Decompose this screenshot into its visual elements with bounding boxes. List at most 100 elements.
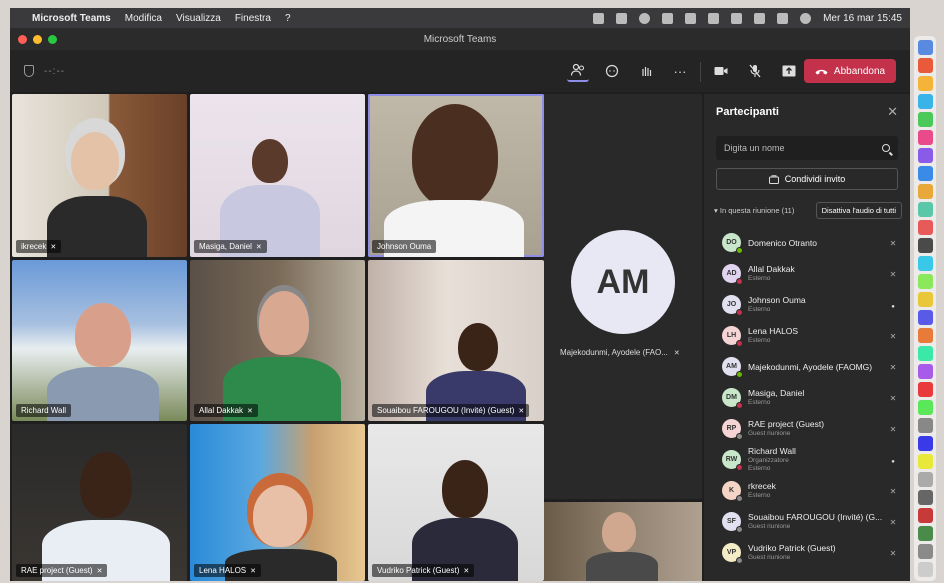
dock-app-icon[interactable] (917, 58, 933, 73)
dock-app-icon[interactable] (917, 94, 933, 109)
participant-row[interactable]: RW Richard Wall Organizzatore Esterno (704, 444, 910, 475)
section-toggle[interactable]: ▾ In questa riunione (11) (714, 206, 794, 215)
mic-button[interactable] (744, 60, 766, 82)
mic-off-icon[interactable] (886, 362, 900, 372)
presence-dot (736, 278, 743, 285)
siri-icon[interactable] (800, 12, 812, 24)
menu-modifica[interactable]: Modifica (125, 13, 162, 24)
dock-app-icon[interactable] (917, 544, 933, 559)
dock-app-icon[interactable] (917, 454, 933, 469)
video-tile[interactable]: Johnson Ouma (368, 94, 544, 257)
leave-button[interactable]: Abbandona (804, 59, 896, 83)
participant-role: Guest riunione (748, 554, 791, 561)
mic-off-icon[interactable] (886, 238, 900, 248)
dock-app-icon[interactable] (917, 400, 933, 415)
participant-row[interactable]: VP Vudriko Patrick (Guest) Guest riunione (704, 537, 910, 568)
video-tile[interactable]: RAE project (Guest) (12, 424, 187, 581)
dock-app-icon[interactable] (917, 130, 933, 145)
bluetooth-icon[interactable] (685, 12, 697, 24)
video-tile[interactable]: Allal Dakkak (190, 260, 365, 421)
clock-text[interactable]: Mer 16 mar 15:45 (823, 13, 902, 24)
dock-app-icon[interactable] (917, 562, 933, 577)
participant-row[interactable]: SF Souaibou FAROUGOU (Invité) (G... Guest … (704, 506, 910, 537)
search-input[interactable] (724, 143, 882, 153)
dock-app-icon[interactable] (917, 490, 933, 505)
status-clock-icon[interactable] (662, 12, 674, 24)
video-tile[interactable]: Souaibou FAROUGOU (Invité) (Guest) (368, 260, 544, 421)
dock-app-icon[interactable] (917, 40, 933, 55)
dock-app-icon[interactable] (917, 418, 933, 433)
dock-app-icon[interactable] (917, 76, 933, 91)
menu-help[interactable]: ? (285, 13, 291, 24)
dock-app-icon[interactable] (917, 364, 933, 379)
mic-off-icon[interactable] (886, 517, 900, 527)
participant-row[interactable]: Krkrecek Esterno (704, 475, 910, 506)
mic-icon[interactable] (886, 455, 900, 465)
dock-app-icon[interactable] (917, 310, 933, 325)
dock-app-icon[interactable] (917, 184, 933, 199)
dock-app-icon[interactable] (917, 238, 933, 253)
participant-row[interactable]: DO Domenico Otranto (704, 227, 910, 258)
maximize-window-button[interactable] (48, 34, 57, 44)
dock-app-icon[interactable] (917, 292, 933, 307)
mic-off-icon[interactable] (886, 269, 900, 279)
share-invite-button[interactable]: Condividi invito (716, 168, 898, 190)
dock-app-icon[interactable] (917, 112, 933, 127)
status-app-icon[interactable] (593, 12, 605, 24)
mic-off-icon[interactable] (886, 331, 900, 341)
dock-app-icon[interactable] (917, 328, 933, 343)
dock-app-icon[interactable] (917, 508, 933, 523)
menu-finestra[interactable]: Finestra (235, 13, 271, 24)
video-tile[interactable]: Richard Wall (12, 260, 187, 421)
status-circle-icon[interactable] (639, 12, 651, 24)
dock-app-icon[interactable] (917, 148, 933, 163)
participant-row[interactable]: LH Lena HALOS Esterno (704, 320, 910, 351)
share-button[interactable] (778, 60, 800, 82)
video-tile[interactable]: ikrecek (12, 94, 187, 257)
participants-button[interactable] (567, 60, 589, 82)
dock-app-icon[interactable] (917, 346, 933, 361)
participant-row[interactable]: AM Majekodunmi, Ayodele (FAOMG) (704, 351, 910, 382)
wifi-icon[interactable] (731, 12, 743, 24)
participant-row[interactable]: JO Johnson Ouma Esterno (704, 289, 910, 320)
dock-app-icon[interactable] (917, 166, 933, 181)
participant-row[interactable]: DM Masiga, Daniel Esterno (704, 382, 910, 413)
video-tile[interactable]: Masiga, Daniel (190, 94, 365, 257)
battery-icon[interactable] (708, 12, 720, 24)
more-actions-button[interactable]: ··· (669, 60, 691, 82)
mic-off-icon[interactable] (886, 548, 900, 558)
minimize-window-button[interactable] (33, 34, 42, 44)
shield-icon (24, 65, 34, 77)
mic-icon[interactable] (886, 300, 900, 310)
dock-app-icon[interactable] (917, 274, 933, 289)
avatar-tile[interactable]: AM Majekodunmi, Ayodele (FAO... (544, 94, 702, 499)
dock-app-icon[interactable] (917, 202, 933, 217)
mic-off-icon[interactable] (886, 486, 900, 496)
menu-visualizza[interactable]: Visualizza (176, 13, 221, 24)
control-center-icon[interactable] (777, 12, 789, 24)
chat-button[interactable] (601, 60, 623, 82)
close-window-button[interactable] (18, 34, 27, 44)
dock-app-icon[interactable] (917, 220, 933, 235)
dock-app-icon[interactable] (917, 256, 933, 271)
participant-row[interactable]: RP RAE project (Guest) Guest riunione (704, 413, 910, 444)
spotlight-icon[interactable] (754, 12, 766, 24)
video-tile[interactable]: Lena HALOS (190, 424, 365, 581)
participant-row[interactable]: AD Allal Dakkak Esterno (704, 258, 910, 289)
dock-app-icon[interactable] (917, 526, 933, 541)
mute-all-button[interactable]: Disattiva l'audio di tutti (815, 202, 902, 219)
status-tool-icon[interactable] (616, 12, 628, 24)
self-view-video[interactable] (544, 502, 702, 581)
mic-off-icon[interactable] (886, 424, 900, 434)
menu-app-name[interactable]: Microsoft Teams (32, 13, 111, 24)
dock-app-icon[interactable] (917, 472, 933, 487)
search-icon[interactable] (882, 144, 890, 152)
close-icon[interactable]: ✕ (887, 104, 898, 120)
dock-app-icon[interactable] (917, 382, 933, 397)
video-tile[interactable]: Vudriko Patrick (Guest) (368, 424, 544, 581)
participant-video (212, 129, 322, 257)
mic-off-icon[interactable] (886, 393, 900, 403)
reactions-button[interactable] (635, 60, 657, 82)
dock-app-icon[interactable] (917, 436, 933, 451)
camera-button[interactable] (710, 60, 732, 82)
